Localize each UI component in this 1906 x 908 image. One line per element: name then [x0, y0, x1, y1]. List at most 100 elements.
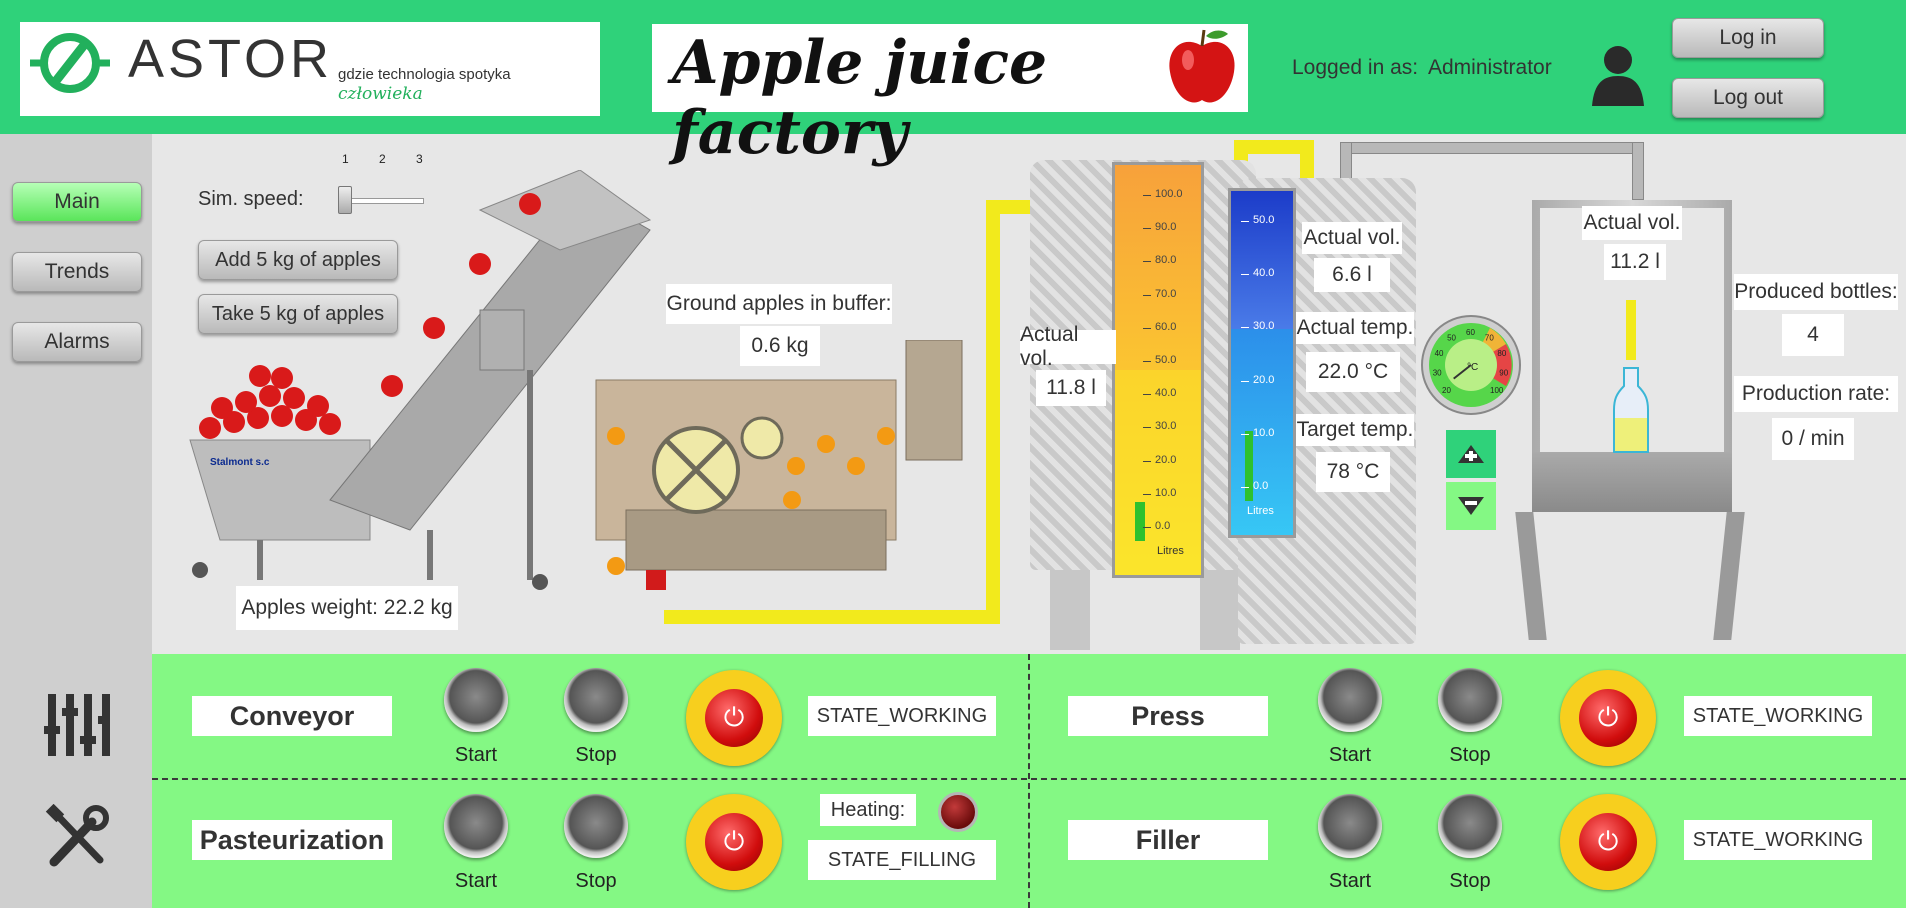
tank2-scale-tick-label: 0.0: [1253, 480, 1269, 492]
panel-divider-vertical: [1028, 654, 1030, 908]
tank-leg-left: [1050, 570, 1090, 650]
logo-text: ASTOR: [128, 29, 334, 89]
production-rate-value: 0 / min: [1772, 418, 1854, 460]
tank2-temp-value: 22.0 °C: [1306, 352, 1400, 392]
conveyor-start-label: Start: [454, 744, 498, 766]
tank1-scale-tick: [1143, 394, 1151, 396]
filler-stop-label: Stop: [1449, 870, 1491, 892]
tank1-scale: 100.0 90.0 80.0 70.0 60.0 50.0 40.0 30.0 20.0 10.…: [1115, 165, 1201, 575]
sidebar-item-alarms[interactable]: Alarms: [12, 322, 142, 362]
conveyor-state: STATE_WORKING: [808, 696, 996, 736]
press-state: STATE_WORKING: [1684, 696, 1872, 736]
pasteurization-emergency-stop[interactable]: ⏻: [686, 794, 782, 890]
gauge-tick-label: 20: [1442, 386, 1451, 395]
gauge-tick-label: 70: [1485, 334, 1494, 343]
tank1-scale-tick: [1143, 361, 1151, 362]
tank1-scale-tick: [1143, 294, 1151, 296]
astor-logo: ASTOR gdzie technologia spotyka człowiek…: [20, 22, 600, 116]
tank1-scale-tick-label: 10.0: [1155, 486, 1177, 499]
filler-start-button[interactable]: [1318, 794, 1382, 858]
apples-weight: Apples weight: 22.2 kg: [236, 586, 458, 630]
pasteurization-stop-label: Stop: [575, 870, 617, 892]
gauge-tick-label: 80: [1497, 349, 1506, 358]
sidebar-item-main[interactable]: Main: [12, 182, 142, 222]
title-banner: Apple juice factory: [652, 24, 1248, 168]
temp-down-button[interactable]: [1446, 482, 1496, 530]
filler-vol-value: 11.2 l: [1604, 244, 1666, 280]
heating-label: Heating:: [820, 794, 916, 826]
tank1-vol-value: 11.8 l: [1036, 370, 1106, 406]
gauge-tick-label: 90: [1499, 369, 1508, 378]
tank2-temp-label: Actual temp.: [1296, 312, 1414, 344]
gauge-tick-label: 50: [1447, 334, 1456, 343]
temperature-gauge: 2030405060708090100 °C: [1421, 315, 1521, 415]
production-rate-label: Production rate:: [1734, 376, 1898, 412]
tank2-target-label: Target temp.: [1296, 414, 1414, 446]
emergency-stop-icon: ⏻: [705, 813, 763, 871]
press-stop-button[interactable]: [1438, 668, 1502, 732]
sliders-icon[interactable]: [44, 692, 110, 758]
logo-tagline-script: człowieka: [338, 84, 423, 104]
temp-up-button[interactable]: [1446, 430, 1496, 478]
bottle-icon: [1613, 367, 1649, 453]
tank2-vol-value: 6.6 l: [1314, 258, 1390, 292]
tools-icon[interactable]: [44, 804, 110, 870]
logged-in-label: Logged in as:: [1292, 56, 1419, 79]
logout-button[interactable]: Log out: [1672, 78, 1824, 118]
tank2-scale-tick-label: 10.0: [1253, 426, 1275, 439]
press-emergency-stop[interactable]: ⏻: [1560, 670, 1656, 766]
tank1-unit: Litres: [1157, 545, 1184, 557]
produced-bottles-value: 4: [1782, 314, 1844, 356]
conveyor-stop-button[interactable]: [564, 668, 628, 732]
sidebar: [0, 134, 152, 908]
sidebar-item-trends[interactable]: Trends: [12, 252, 142, 292]
tank1-scale-tick-label: 80.0: [1155, 254, 1177, 267]
user-icon: [1592, 46, 1644, 106]
sim-speed-tick-3: 3: [416, 152, 423, 166]
tank2-unit: Litres: [1247, 505, 1274, 517]
pipe-into-tank: [986, 200, 1034, 214]
press-stop-label: Stop: [1449, 744, 1491, 766]
tank1-scale-tick: [1143, 493, 1151, 495]
tank2-scale-tick-label: 40.0: [1253, 267, 1275, 280]
tank1-scale-tick-label: 40.0: [1155, 387, 1177, 400]
pipe-to-filler: [1342, 142, 1644, 154]
buffer-value: 0.6 kg: [740, 326, 820, 366]
tank1-scale-tick: [1143, 460, 1151, 462]
sim-speed-tick-1: 1: [342, 152, 349, 166]
gauge-tick-label: 40: [1435, 349, 1444, 358]
tank1-vol-label: Actual vol.: [1020, 323, 1116, 370]
tank1-scale-tick: [1143, 195, 1151, 196]
tank1-scale-tick-label: 70.0: [1155, 287, 1177, 300]
login-button[interactable]: Log in: [1672, 18, 1824, 58]
tank1-scale-tick-label: 0.0: [1155, 520, 1171, 532]
astor-logo-icon: [30, 33, 110, 93]
tank1-scale-tick: [1143, 327, 1151, 329]
pasteurization-start-button[interactable]: [444, 794, 508, 858]
gauge-tick-label: 100: [1490, 386, 1504, 395]
press-start-label: Start: [1328, 744, 1372, 766]
conveyor-emergency-stop[interactable]: ⏻: [686, 670, 782, 766]
tank1-scale-tick-label: 50.0: [1155, 354, 1177, 366]
tank2-scale-tick: [1241, 433, 1249, 435]
filler-emergency-stop[interactable]: ⏻: [1560, 794, 1656, 890]
conveyor-start-button[interactable]: [444, 668, 508, 732]
filler-nozzle-stream: [1626, 300, 1636, 360]
logo-tagline: gdzie technologia spotyka: [338, 66, 511, 83]
filler-stop-button[interactable]: [1438, 794, 1502, 858]
filler-state: STATE_WORKING: [1684, 820, 1872, 860]
heating-indicator: [938, 792, 978, 832]
pipe-to-filler-right: [1632, 142, 1644, 200]
sim-speed-tick-2: 2: [379, 152, 386, 166]
tank1-scale-tick-label: 20.0: [1155, 453, 1177, 466]
pasteurization-stop-button[interactable]: [564, 794, 628, 858]
press-start-button[interactable]: [1318, 668, 1382, 732]
pipe-press-tank: [664, 610, 1000, 624]
tank1-scale-tick-label: 90.0: [1155, 221, 1177, 234]
tank2-scale-tick-label: 50.0: [1253, 214, 1275, 226]
filler-leg-left: [1515, 512, 1547, 640]
press-title: Press: [1068, 696, 1268, 736]
emergency-stop-icon: ⏻: [705, 689, 763, 747]
gauge-tick-label: 60: [1466, 328, 1475, 337]
tank1-level-gauge: 100.0 90.0 80.0 70.0 60.0 50.0 40.0 30.0 20.0 10.…: [1112, 162, 1204, 578]
